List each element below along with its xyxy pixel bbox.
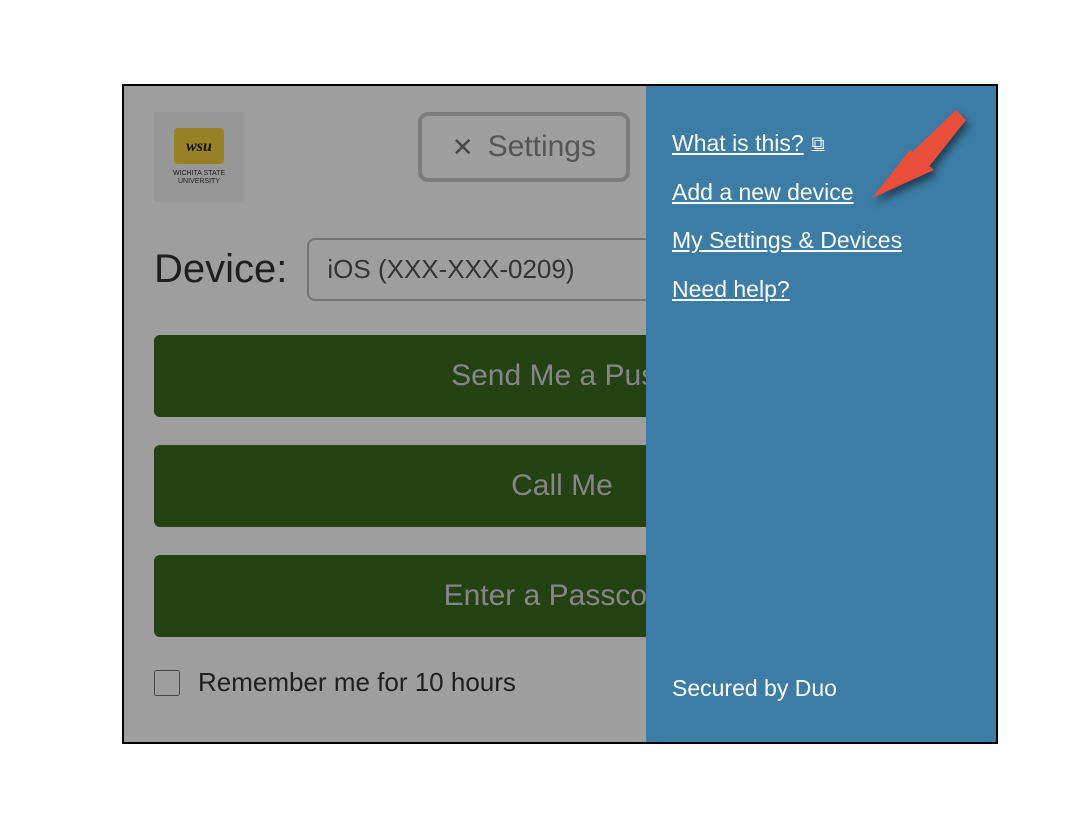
- settings-label: Settings: [488, 130, 596, 164]
- link-text: What is this?: [672, 126, 804, 161]
- remember-me-label: Remember me for 10 hours: [198, 667, 516, 698]
- logo-mark: wsu: [174, 128, 224, 164]
- external-link-icon: ⧉: [812, 130, 825, 157]
- duo-prompt-frame: wsu WICHITA STATE UNIVERSITY ✕ Settings …: [122, 84, 998, 744]
- device-label: Device:: [154, 247, 287, 292]
- need-help-link[interactable]: Need help?: [672, 272, 790, 307]
- org-logo: wsu WICHITA STATE UNIVERSITY: [154, 112, 244, 202]
- logo-subtext: WICHITA STATE UNIVERSITY: [154, 170, 244, 185]
- my-settings-devices-link[interactable]: My Settings & Devices: [672, 223, 902, 258]
- what-is-this-link[interactable]: What is this? ⧉: [672, 126, 825, 161]
- close-icon: ✕: [452, 132, 474, 163]
- secured-by-duo: Secured by Duo: [672, 675, 837, 702]
- settings-button[interactable]: ✕ Settings: [418, 112, 630, 182]
- add-new-device-link[interactable]: Add a new device: [672, 175, 854, 210]
- settings-sidebar: What is this? ⧉ Add a new device My Sett…: [646, 86, 996, 742]
- remember-me-checkbox[interactable]: [154, 670, 180, 696]
